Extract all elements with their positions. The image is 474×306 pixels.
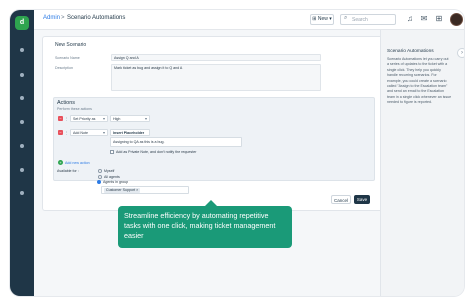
scenario-name-label: Scenario Name	[55, 56, 80, 60]
help-body: Scenario Automations let you carry out a…	[387, 57, 451, 106]
actions-subheading: Perform these actions	[57, 107, 92, 111]
apps-grid-icon[interactable]: ⊞	[434, 14, 444, 24]
radio-agents-in-group-label: Agents in group	[103, 179, 129, 184]
chevron-down-icon: ▾	[102, 130, 105, 135]
drag-handle-icon[interactable]: ⋮	[64, 116, 69, 121]
left-sidebar: d	[10, 10, 34, 296]
insert-placeholder-button[interactable]: Insert Placeholder	[110, 129, 150, 136]
nav-dashboard-icon[interactable]	[20, 48, 24, 52]
nav-forums-icon[interactable]	[20, 144, 24, 148]
chevron-down-icon: ▾	[144, 116, 147, 121]
priority-select-value: High	[113, 116, 121, 121]
add-action-icon[interactable]: +	[58, 160, 63, 165]
new-button[interactable]: ⊞ New ▾	[310, 14, 334, 25]
radio-agents-in-group[interactable]	[97, 180, 101, 184]
avatar[interactable]	[450, 13, 463, 26]
radio-all-agents-label: All agents	[104, 174, 120, 179]
action-select-1[interactable]: Set Priority as ▾	[70, 115, 108, 122]
description-field[interactable]: Mark ticket as bug and assign it to Q an…	[111, 64, 321, 91]
cancel-button[interactable]: Cancel	[331, 195, 351, 204]
plus-icon: ⊞	[312, 16, 317, 22]
remove-action-icon[interactable]: −	[58, 130, 63, 135]
help-line: needed to figure is reported.	[387, 100, 432, 105]
private-note-label: Add as Private Note, and don't notify th…	[116, 149, 197, 154]
remove-action-icon[interactable]: −	[58, 116, 63, 121]
priority-select[interactable]: High ▾	[110, 115, 150, 122]
help-title: Scenario Automations	[387, 49, 434, 54]
search-icon: ⌕	[344, 15, 348, 21]
radio-myself[interactable]	[98, 169, 102, 173]
search-input[interactable]: ⌕ Search	[340, 14, 396, 25]
radio-myself-label: Myself	[104, 168, 115, 173]
radio-all-agents[interactable]	[98, 175, 102, 179]
chevron-down-icon: ▾	[102, 116, 105, 121]
insert-placeholder-label: Insert Placeholder	[113, 130, 145, 135]
private-note-checkbox[interactable]	[110, 150, 114, 154]
action-select-1-value: Set Priority as	[73, 116, 96, 121]
collapse-panel-icon[interactable]: ›	[457, 48, 464, 58]
action-select-2[interactable]: Add Note ▾	[70, 129, 108, 136]
description-value: Mark ticket as bug and assign it to Q an…	[114, 66, 183, 70]
close-icon[interactable]: ×	[136, 188, 138, 192]
description-label: Description	[55, 66, 73, 70]
breadcrumb-admin[interactable]: Admin	[43, 15, 60, 21]
search-placeholder: Search	[352, 17, 368, 23]
group-tag-label: Customer Support	[106, 188, 136, 192]
nav-contacts-icon[interactable]	[20, 96, 24, 100]
actions-section: Actions Perform these actions − ⋮ Set Pr…	[53, 97, 375, 181]
mail-icon[interactable]: ✉	[419, 14, 429, 24]
scenario-name-field[interactable]: Assign Q and A	[111, 54, 321, 61]
actions-heading: Actions	[57, 100, 76, 106]
add-new-action-link[interactable]: Add new action	[65, 161, 90, 165]
app-window: d Admin > Scenario Automations ⊞ New ▾ ⌕…	[10, 10, 464, 296]
new-button-label: New	[317, 16, 328, 22]
scenario-form: New Scenario Scenario Name Assign Q and …	[42, 36, 384, 211]
feature-callout: Streamline efficiency by automating repe…	[118, 206, 292, 248]
nav-tickets-icon[interactable]	[20, 73, 24, 77]
save-button[interactable]: Save	[354, 195, 370, 204]
form-title: New Scenario	[55, 42, 87, 48]
notifications-icon[interactable]: ♫	[405, 14, 415, 24]
help-panel: Scenario Automations Scenario Automation…	[380, 30, 464, 296]
scenario-name-value: Assign Q and A	[114, 55, 139, 60]
drag-handle-icon[interactable]: ⋮	[64, 130, 69, 135]
nav-admin-icon[interactable]	[20, 191, 24, 195]
nav-solutions-icon[interactable]	[20, 120, 24, 124]
top-bar: Admin > Scenario Automations ⊞ New ▾ ⌕ S…	[34, 10, 464, 30]
action-select-2-value: Add Note	[73, 130, 88, 135]
group-select[interactable]: Customer Support ×	[101, 186, 189, 194]
chevron-down-icon: ▾	[329, 16, 332, 22]
app-logo[interactable]: d	[15, 16, 29, 30]
note-text-value: Assigning to QA as this is a bug.	[113, 140, 165, 144]
breadcrumb-separator: >	[61, 15, 65, 21]
page-title: Scenario Automations	[67, 15, 126, 21]
note-textarea[interactable]: Assigning to QA as this is a bug.	[110, 137, 242, 147]
group-tag: Customer Support ×	[104, 188, 141, 193]
available-for-label: Available for :	[57, 169, 79, 173]
nav-reports-icon[interactable]	[20, 168, 24, 172]
